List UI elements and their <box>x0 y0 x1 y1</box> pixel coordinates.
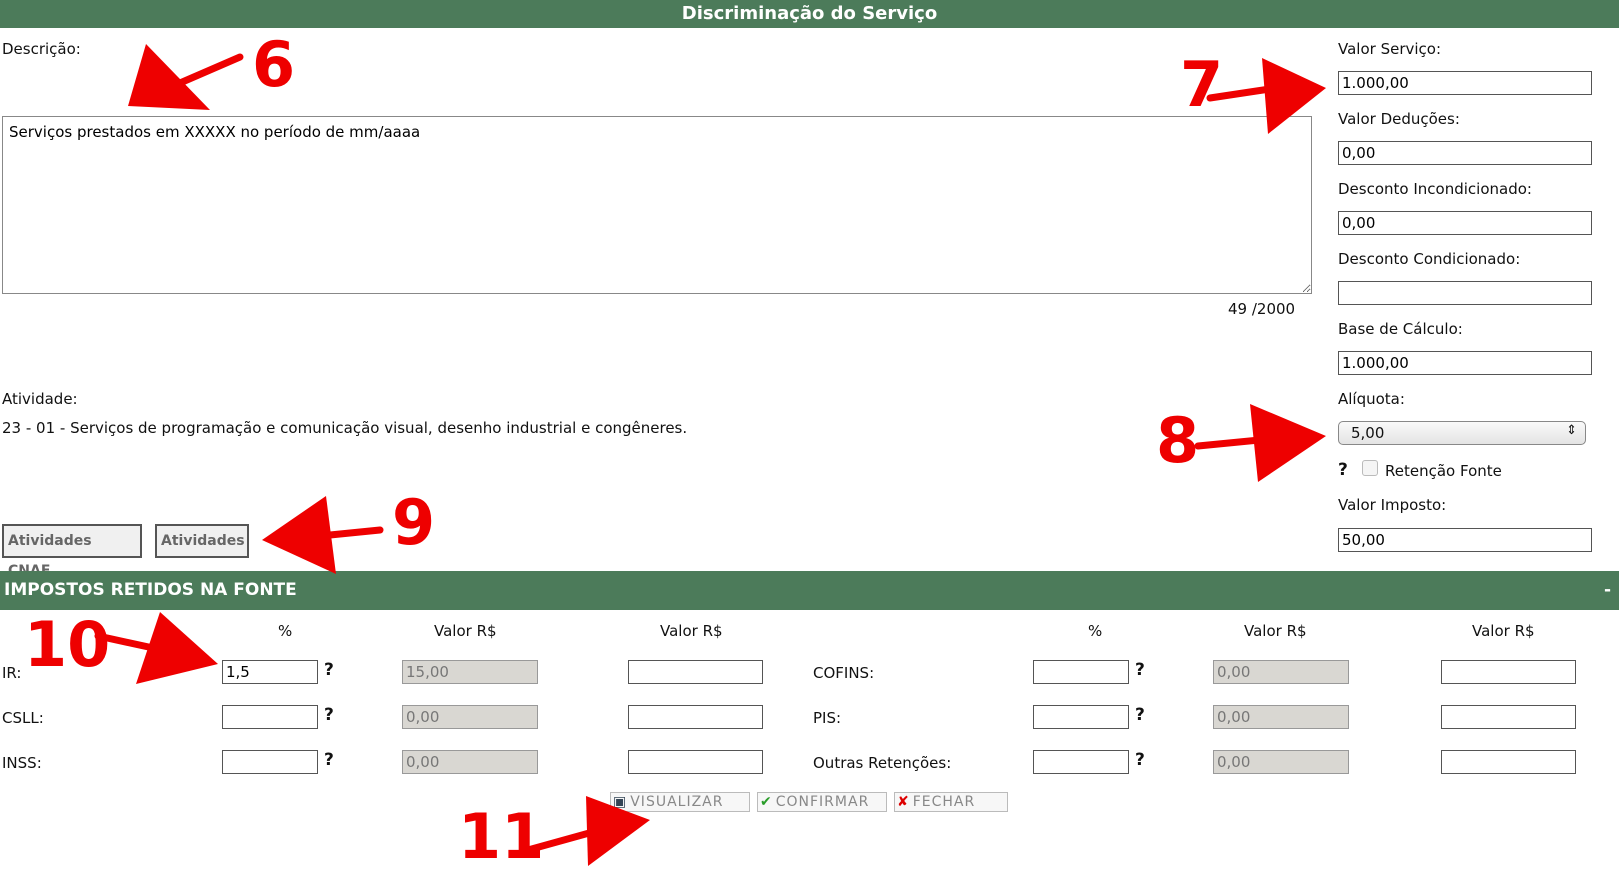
section-title: Discriminação do Serviço <box>681 3 938 24</box>
pis-help-icon[interactable]: ? <box>1135 705 1145 725</box>
magnifier-icon: ▣ <box>613 794 628 810</box>
char-counter: 49 /2000 <box>1228 300 1296 318</box>
fechar-label: FECHAR <box>912 794 976 810</box>
valor-deducoes-input[interactable] <box>1338 141 1592 165</box>
valor-imposto-label: Valor Imposto: <box>1338 496 1447 514</box>
descricao-label: Descrição: <box>2 40 81 58</box>
ir-label: IR: <box>2 664 22 682</box>
aliquota-label: Alíquota: <box>1338 390 1405 408</box>
checkmark-icon: ✔ <box>760 794 773 810</box>
retencao-fonte-checkbox[interactable] <box>1362 460 1378 476</box>
col-header-valor: Valor R$ <box>434 622 497 640</box>
cofins-pct-input[interactable] <box>1033 660 1129 684</box>
valor-deducoes-label: Valor Deduções: <box>1338 110 1460 128</box>
arrowhead-10 <box>136 612 218 684</box>
atividades-cnae-button[interactable]: Atividades CNAE <box>2 524 142 579</box>
pis-valor-input <box>1213 705 1349 729</box>
col-header-pct: % <box>278 622 293 640</box>
atividade-label: Atividade: <box>2 390 78 408</box>
atividades-button[interactable]: Atividades <box>155 524 249 558</box>
col-header-pct-right: % <box>1088 622 1103 640</box>
inss-label: INSS: <box>2 754 42 772</box>
close-icon: ✘ <box>897 794 910 810</box>
aliquota-select[interactable]: 5,00 ⇕ <box>1338 421 1586 445</box>
arrow-9 <box>296 526 384 542</box>
desconto-condicionado-input[interactable] <box>1338 281 1592 305</box>
cofins-valor-input <box>1213 660 1349 684</box>
select-arrows-icon: ⇕ <box>1566 423 1577 438</box>
visualizar-button[interactable]: ▣ VISUALIZAR <box>610 792 750 812</box>
col-header-valor2-right: Valor R$ <box>1472 622 1535 640</box>
confirmar-label: CONFIRMAR <box>775 794 870 810</box>
csll-help-icon[interactable]: ? <box>324 705 334 725</box>
pis-label: PIS: <box>813 709 842 727</box>
csll-label: CSLL: <box>2 709 44 727</box>
annotation-8: 8 <box>1156 404 1200 477</box>
ir-help-icon[interactable]: ? <box>324 660 334 680</box>
arrow-8 <box>1194 433 1294 450</box>
aliquota-selected: 5,00 <box>1351 424 1385 442</box>
retencao-fonte-label: Retenção Fonte <box>1385 462 1502 480</box>
inss-help-icon[interactable]: ? <box>324 750 334 770</box>
col-header-valor-right: Valor R$ <box>1244 622 1307 640</box>
pis-pct-input[interactable] <box>1033 705 1129 729</box>
annotation-7: 7 <box>1180 48 1224 121</box>
csll-valor2-input[interactable] <box>628 705 763 729</box>
outras-help-icon[interactable]: ? <box>1135 750 1145 770</box>
collapse-button[interactable]: - <box>1604 571 1611 610</box>
cofins-label: COFINS: <box>813 664 875 682</box>
base-calculo-label: Base de Cálculo: <box>1338 320 1463 338</box>
descricao-textarea[interactable]: Serviços prestados em XXXXX no período d… <box>2 116 1312 294</box>
arrowhead-9 <box>262 496 336 574</box>
annotation-11: 11 <box>458 800 545 873</box>
cofins-valor2-input[interactable] <box>1441 660 1576 684</box>
inss-valor-input <box>402 750 538 774</box>
arrow-6 <box>146 53 244 100</box>
desconto-condicionado-label: Desconto Condicionado: <box>1338 250 1521 268</box>
annotation-9: 9 <box>392 486 436 559</box>
section-header: Discriminação do Serviço <box>0 0 1619 28</box>
ir-pct-input[interactable] <box>222 660 318 684</box>
outras-valor2-input[interactable] <box>1441 750 1576 774</box>
impostos-header: IMPOSTOS RETIDOS NA FONTE - <box>0 571 1619 610</box>
arrow-10 <box>94 632 194 660</box>
ir-valor2-input[interactable] <box>628 660 763 684</box>
base-calculo-input[interactable] <box>1338 351 1592 375</box>
csll-pct-input[interactable] <box>222 705 318 729</box>
annotation-6: 6 <box>252 28 296 101</box>
arrowhead-8 <box>1250 404 1326 482</box>
valor-imposto-input[interactable] <box>1338 528 1592 552</box>
desconto-incondicionado-label: Desconto Incondicionado: <box>1338 180 1532 198</box>
inss-valor2-input[interactable] <box>628 750 763 774</box>
desconto-incondicionado-input[interactable] <box>1338 211 1592 235</box>
csll-valor-input <box>402 705 538 729</box>
impostos-title: IMPOSTOS RETIDOS NA FONTE <box>4 580 297 600</box>
visualizar-label: VISUALIZAR <box>630 794 724 810</box>
outras-retencoes-label: Outras Retenções: <box>813 754 952 772</box>
confirmar-button[interactable]: ✔ CONFIRMAR <box>757 792 887 812</box>
col-header-valor2: Valor R$ <box>660 622 723 640</box>
atividade-value: 23 - 01 - Serviços de programação e comu… <box>2 419 688 437</box>
pis-valor2-input[interactable] <box>1441 705 1576 729</box>
cofins-help-icon[interactable]: ? <box>1135 660 1145 680</box>
inss-pct-input[interactable] <box>222 750 318 774</box>
valor-servico-label: Valor Serviço: <box>1338 40 1442 58</box>
retencao-help-icon[interactable]: ? <box>1338 460 1348 480</box>
ir-valor-input <box>402 660 538 684</box>
arrowhead-6 <box>128 44 210 110</box>
outras-pct-input[interactable] <box>1033 750 1129 774</box>
annotation-10: 10 <box>24 608 111 681</box>
valor-servico-input[interactable] <box>1338 71 1592 95</box>
outras-valor-input <box>1213 750 1349 774</box>
fechar-button[interactable]: ✘ FECHAR <box>894 792 1008 812</box>
